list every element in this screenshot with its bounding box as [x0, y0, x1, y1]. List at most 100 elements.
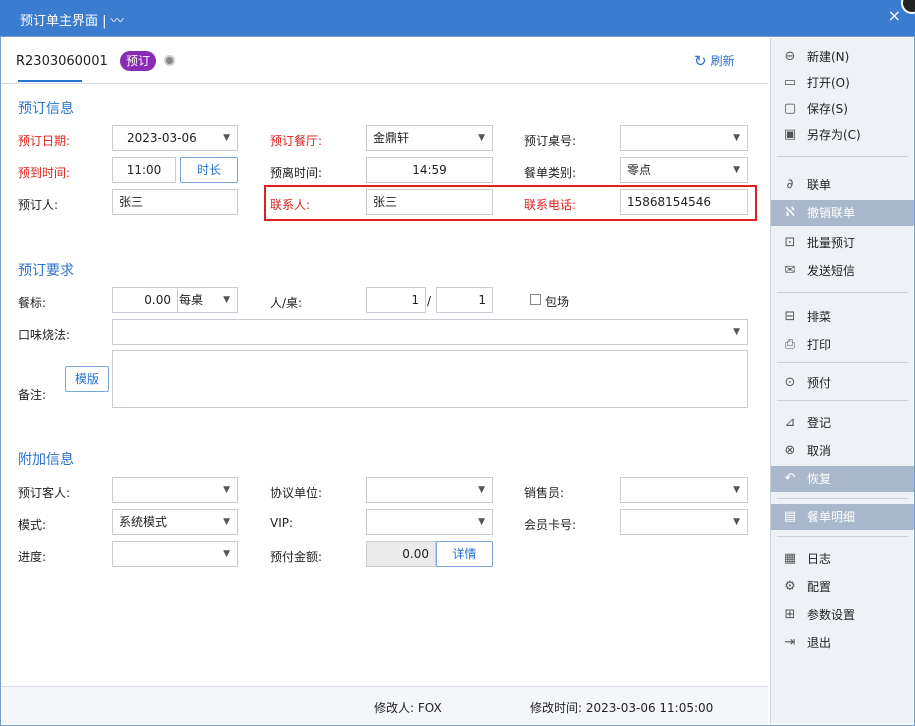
sidebar-divider: [777, 292, 908, 293]
tab-underline: [18, 80, 82, 82]
contact-field[interactable]: 张三: [366, 189, 493, 215]
sidebar-item-params[interactable]: ⊞ 参数设置: [771, 602, 914, 628]
date-label: 预订日期:: [18, 134, 71, 148]
chevron-down-icon: ▼: [223, 485, 230, 495]
section-title-info: 预订信息: [18, 101, 74, 117]
prepay-label: 预付金额:: [270, 550, 323, 564]
sidebar-divider: [777, 362, 908, 363]
sidebar-item-log[interactable]: ▦ 日志: [771, 546, 914, 572]
guest-select[interactable]: ▼: [112, 477, 238, 503]
booker-field[interactable]: 张三: [112, 189, 238, 215]
sidebar-divider: [777, 400, 908, 401]
params-icon: ⊞: [784, 607, 796, 622]
sidebar-item-new[interactable]: ⊖ 新建(N): [771, 44, 914, 70]
taste-select[interactable]: ▼: [112, 319, 748, 345]
progress-label: 进度:: [18, 550, 47, 564]
chevron-down-icon: ▼: [733, 165, 740, 175]
sidebar-item-register[interactable]: ⊿ 登记: [771, 410, 914, 436]
phone-field[interactable]: 15868154546: [620, 189, 748, 215]
reservation-header: R2303060001 预订 ↻ 刷新: [2, 38, 768, 84]
title-bar: 预订单主界面 | 〰 ×: [0, 0, 915, 36]
chevron-down-icon: ▼: [478, 133, 485, 143]
sidebar-item-config[interactable]: ⚙ 配置: [771, 574, 914, 600]
std-field[interactable]: 0.00: [112, 287, 178, 313]
arrive-label: 预到时间:: [18, 166, 71, 180]
refresh-icon: ↻: [694, 52, 707, 70]
link-icon: ∂: [786, 177, 794, 192]
leave-label: 预离时间:: [270, 166, 323, 180]
undo-icon: ↶: [784, 471, 796, 486]
ppl-field-1[interactable]: 1: [366, 287, 426, 313]
chevron-down-icon: ▼: [733, 517, 740, 527]
vip-select[interactable]: ▼: [366, 509, 493, 535]
date-field[interactable]: 2023-03-06 ▼: [112, 125, 238, 151]
sidebar-item-print[interactable]: ⎙ 打印: [771, 332, 914, 358]
close-icon[interactable]: ×: [888, 6, 901, 25]
refresh-button[interactable]: ↻ 刷新: [694, 52, 735, 70]
batch-icon: ⊡: [784, 235, 796, 250]
meal-type-select[interactable]: 零点 ▼: [620, 157, 748, 183]
guest-label: 预订客人:: [18, 486, 71, 500]
card-label: 会员卡号:: [524, 518, 577, 532]
note-textarea[interactable]: [112, 350, 748, 408]
section-title-extra: 附加信息: [18, 452, 74, 468]
template-button[interactable]: 模版: [65, 366, 109, 392]
chevron-down-icon: ▼: [223, 517, 230, 527]
sidebar-item-unlink: ℵ 撤销联单: [771, 200, 914, 226]
unlink-icon: ℵ: [785, 205, 795, 220]
sidebar-divider: [777, 498, 908, 499]
prepay-field: 0.00: [366, 541, 436, 567]
table-select[interactable]: ▼: [620, 125, 748, 151]
std-unit-select[interactable]: 每桌 ▼: [178, 287, 238, 313]
modified-time-text: 修改时间: 2023-03-06 11:05:00: [530, 701, 714, 715]
sidebar-divider: [777, 156, 908, 157]
private-label: 包场: [545, 295, 570, 309]
sales-select[interactable]: ▼: [620, 477, 748, 503]
note-label: 备注:: [18, 388, 47, 402]
log-icon: ▦: [783, 551, 797, 566]
sidebar-item-dishes[interactable]: ⊟ 排菜: [771, 304, 914, 330]
sidebar-item-open[interactable]: ▭ 打开(O): [771, 70, 914, 96]
ppl-label: 人/桌:: [270, 296, 303, 310]
unit-select[interactable]: ▼: [366, 477, 493, 503]
leave-time-field[interactable]: 14:59: [366, 157, 493, 183]
sidebar-item-save[interactable]: ▢ 保存(S): [771, 96, 914, 122]
detail-button[interactable]: 详情: [436, 541, 493, 567]
card-select[interactable]: ▼: [620, 509, 748, 535]
mode-label: 模式:: [18, 518, 47, 532]
duration-button[interactable]: 时长: [180, 157, 238, 183]
sidebar-item-cancel[interactable]: ⊗ 取消: [771, 438, 914, 464]
std-label: 餐标:: [18, 296, 47, 310]
gear-icon: ⚙: [784, 579, 796, 594]
sidebar-divider: [777, 536, 908, 537]
hall-select[interactable]: 金鼎轩 ▼: [366, 125, 493, 151]
new-icon: ⊖: [784, 49, 796, 64]
chevron-down-icon: ▼: [478, 517, 485, 527]
vip-label: VIP:: [270, 516, 294, 530]
folder-icon: ▭: [783, 75, 797, 90]
status-badge: 预订: [120, 51, 157, 71]
sidebar-item-save-as[interactable]: ▣ 另存为(C): [771, 122, 914, 148]
ppl-field-2[interactable]: 1: [436, 287, 493, 313]
contact-label: 联系人:: [270, 198, 311, 212]
progress-select[interactable]: ▼: [112, 541, 238, 567]
sidebar-item-prepay[interactable]: ⊙ 预付: [771, 370, 914, 396]
chevron-down-icon: ▼: [733, 327, 740, 337]
arrive-time-field[interactable]: 11:00: [112, 157, 176, 183]
reservation-number: R2303060001: [16, 54, 108, 69]
sidebar-item-link[interactable]: ∂ 联单: [771, 172, 914, 198]
sidebar-item-batch[interactable]: ⊡ 批量预订: [771, 230, 914, 256]
modifier-text: 修改人: FOX: [374, 701, 442, 715]
sidebar-item-exit[interactable]: ⇥ 退出: [771, 630, 914, 656]
unit-label: 协议单位:: [270, 486, 323, 500]
hall-label: 预订餐厅:: [270, 134, 323, 148]
private-checkbox[interactable]: [530, 294, 541, 305]
cancel-icon: ⊗: [784, 443, 796, 458]
meal-type-label: 餐单类别:: [524, 166, 577, 180]
mode-select[interactable]: 系统模式 ▼: [112, 509, 238, 535]
sidebar-item-sms[interactable]: ✉ 发送短信: [771, 258, 914, 284]
window-title: 预订单主界面 | 〰: [20, 14, 124, 29]
ppl-separator: /: [427, 294, 432, 308]
phone-label: 联系电话:: [524, 198, 577, 212]
sidebar-item-order-detail: ▤ 餐单明细: [771, 504, 914, 530]
